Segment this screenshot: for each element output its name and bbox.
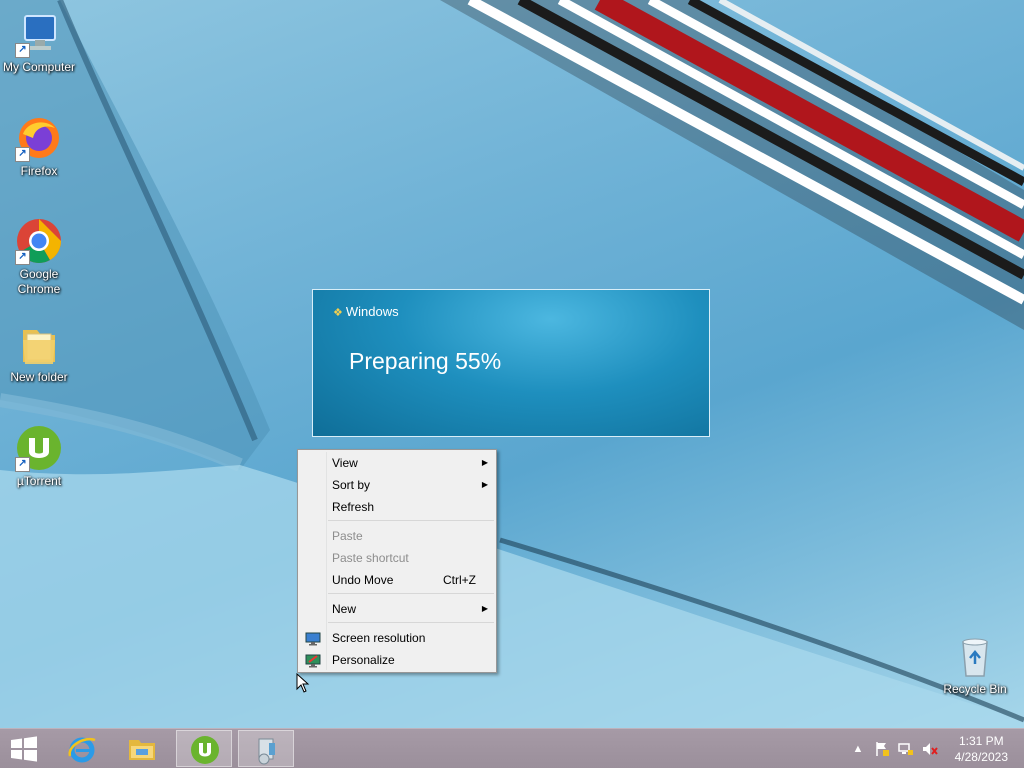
menu-item-refresh[interactable]: Refresh [300, 496, 494, 518]
menu-separator [328, 593, 494, 594]
desktop[interactable]: ↗ My Computer ↗ Firefox ↗ Google Chrome … [0, 0, 1024, 728]
menu-item-label: Paste [332, 529, 363, 543]
taskbar-file-explorer[interactable] [114, 730, 170, 767]
menu-item-sort-by[interactable]: Sort by ▶ [300, 474, 494, 496]
submenu-arrow-icon: ▶ [481, 458, 488, 467]
menu-item-label: Refresh [332, 500, 375, 514]
menu-item-label: Paste shortcut [332, 551, 409, 565]
utorrent-icon [190, 735, 220, 765]
desktop-icon-my-computer[interactable]: ↗ My Computer [0, 10, 78, 75]
desktop-context-menu: View ▶ Sort by ▶ Refresh Paste Paste sho… [297, 449, 497, 673]
progress-message: Preparing 55% [349, 348, 502, 374]
menu-item-view[interactable]: View ▶ [300, 452, 494, 474]
windows-brand-label: Windows [345, 304, 399, 319]
menu-item-label: Undo Move [332, 573, 394, 587]
taskbar-utorrent[interactable] [176, 730, 232, 767]
menu-separator [328, 520, 494, 521]
show-hidden-icons-button[interactable]: ▲ [850, 741, 866, 757]
windows-brand: ❖ Windows [333, 304, 399, 319]
menu-item-undo-move[interactable]: Undo Move Ctrl+Z [300, 569, 494, 591]
mouse-cursor-icon [296, 673, 310, 693]
computer-icon: ↗ [15, 10, 63, 58]
menu-item-screen-resolution[interactable]: Screen resolution [300, 627, 494, 649]
menu-item-label: Screen resolution [332, 631, 426, 645]
submenu-arrow-icon: ▶ [481, 480, 488, 489]
menu-item-label: Personalize [332, 653, 395, 667]
clock-date: 4/28/2023 [954, 750, 1008, 764]
personalize-icon [305, 653, 321, 668]
desktop-icon-label: My Computer [2, 60, 76, 74]
menu-item-new[interactable]: New ▶ [300, 598, 494, 620]
start-icon [9, 734, 39, 764]
screen-resolution-icon [305, 631, 321, 646]
folder-icon [15, 320, 63, 368]
windows-flag-icon: ❖ [333, 307, 343, 319]
action-center-flag-icon[interactable] [874, 741, 890, 757]
taskbar-clock[interactable]: 1:31 PM 4/28/2023 [955, 733, 1008, 765]
menu-item-shortcut: Ctrl+Z [443, 573, 476, 587]
installer-icon [252, 735, 282, 765]
network-icon[interactable] [898, 741, 914, 757]
submenu-arrow-icon: ▶ [481, 604, 488, 613]
preparing-progress-window: ❖ Windows Preparing 55% [312, 289, 710, 437]
desktop-icon-label: New folder [10, 370, 68, 384]
chrome-icon: ↗ [15, 217, 63, 265]
utorrent-icon: ↗ [15, 424, 63, 472]
desktop-icon-label: µTorrent [16, 474, 62, 488]
desktop-icon-google-chrome[interactable]: ↗ Google Chrome [0, 217, 78, 297]
file-explorer-icon [127, 734, 157, 764]
taskbar-installer[interactable] [238, 730, 294, 767]
desktop-icon-new-folder[interactable]: New folder [0, 320, 78, 385]
menu-item-label: New [332, 602, 357, 616]
desktop-icon-label: Firefox [20, 164, 58, 178]
desktop-icon-label: Google Chrome [17, 267, 61, 296]
desktop-icon-recycle-bin[interactable]: Recycle Bin [936, 632, 1014, 697]
desktop-icon-label: Recycle Bin [943, 682, 1007, 696]
menu-item-label: View [332, 456, 358, 470]
menu-item-paste-shortcut[interactable]: Paste shortcut [300, 547, 494, 569]
taskbar: ▲ 1:31 PM 4/28/2023 [0, 728, 1024, 768]
taskbar-internet-explorer[interactable] [54, 730, 110, 767]
clock-time: 1:31 PM [958, 734, 1004, 748]
firefox-icon: ↗ [15, 114, 63, 162]
menu-item-label: Sort by [332, 478, 371, 492]
desktop-icon-utorrent[interactable]: ↗ µTorrent [0, 424, 78, 489]
desktop-icon-firefox[interactable]: ↗ Firefox [0, 114, 78, 179]
recycle-bin-icon [951, 632, 999, 680]
menu-item-paste[interactable]: Paste [300, 525, 494, 547]
start-button[interactable] [0, 730, 52, 767]
menu-separator [328, 622, 494, 623]
internet-explorer-icon [67, 734, 97, 764]
volume-muted-icon[interactable] [922, 741, 938, 757]
menu-item-personalize[interactable]: Personalize [300, 649, 494, 671]
